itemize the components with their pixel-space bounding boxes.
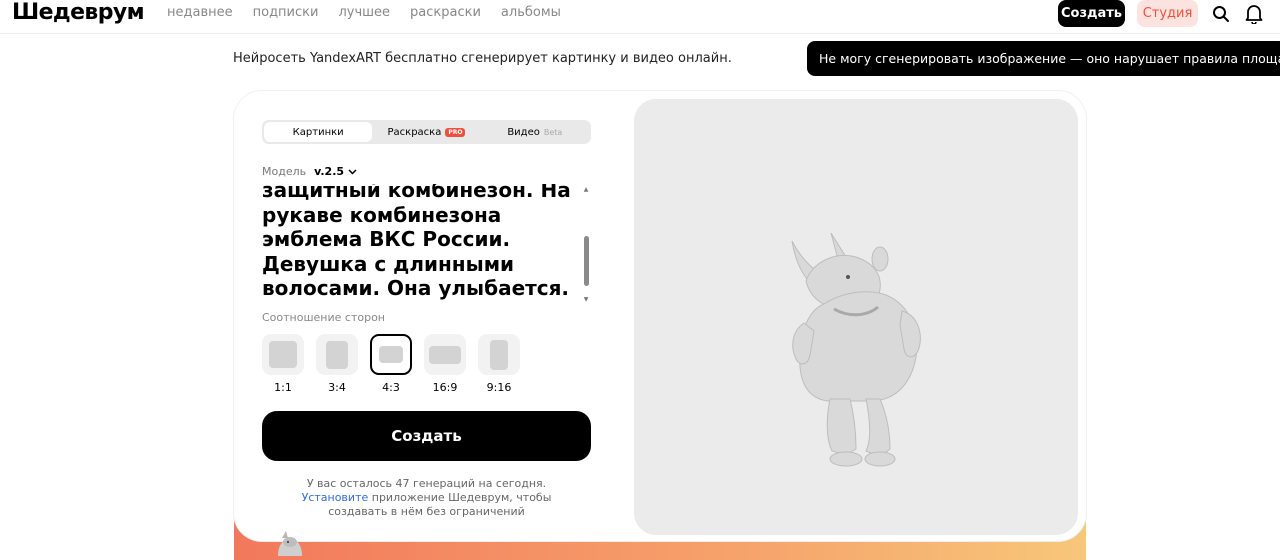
prompt-input[interactable]: защитный комбинезон. На рукаве комбинезо…	[262, 184, 582, 306]
rhino-placeholder-image	[791, 232, 921, 467]
page-subtitle: Нейросеть YandexART бесплатно сгенерируе…	[233, 51, 732, 66]
search-icon[interactable]	[1210, 3, 1232, 25]
create-button[interactable]: Создать	[262, 411, 591, 461]
beta-badge: Beta	[543, 127, 563, 137]
ratio-option-16-9[interactable]: 16:9	[424, 334, 466, 394]
pro-badge: PRO	[445, 127, 466, 137]
aspect-ratio-label: Соотношение сторон	[262, 311, 385, 324]
model-value: v.2.5	[314, 165, 345, 178]
scroll-down-arrow-icon[interactable]: ▼	[582, 296, 590, 304]
ratio-option-9-16[interactable]: 9:16	[478, 334, 520, 394]
ratio-option-4-3[interactable]: 4:3	[370, 334, 412, 394]
mode-tabs: Картинки Раскраска PRO Видео Beta	[262, 120, 591, 144]
main-nav: недавнее подписки лучшее раскраски альбо…	[167, 5, 561, 20]
bell-icon[interactable]	[1243, 3, 1265, 25]
generations-info: У вас осталось 47 генераций на сегодня. …	[301, 477, 552, 518]
chevron-down-icon	[348, 168, 357, 175]
model-selector[interactable]: Модель v.2.5	[262, 165, 357, 178]
install-app-link[interactable]: Установите	[302, 491, 369, 504]
tab-coloring[interactable]: Раскраска PRO	[372, 122, 480, 142]
nav-item-subscriptions[interactable]: подписки	[253, 5, 319, 20]
aspect-ratio-options: 1:1 3:4 4:3 16:9 9:16	[262, 334, 520, 394]
nav-item-coloring[interactable]: раскраски	[410, 5, 481, 20]
prompt-scrollbar[interactable]: ▲ ▼	[582, 186, 590, 304]
create-button-header[interactable]: Создать	[1058, 0, 1125, 27]
tab-images[interactable]: Картинки	[264, 122, 373, 142]
logo[interactable]: Шедеврум	[12, 0, 145, 26]
model-label: Модель	[262, 165, 307, 178]
tab-video[interactable]: Видео Beta	[481, 122, 589, 142]
ratio-option-1-1[interactable]: 1:1	[262, 334, 304, 394]
top-bar: Шедеврум недавнее подписки лучшее раскра…	[0, 0, 1280, 34]
error-toast: Не могу сгенерировать изображение — оно …	[807, 41, 1280, 76]
nav-item-albums[interactable]: альбомы	[501, 5, 561, 20]
nav-item-best[interactable]: лучшее	[338, 5, 390, 20]
toast-message: Не могу сгенерировать изображение — оно …	[819, 51, 1280, 66]
rhino-avatar-icon	[278, 531, 302, 556]
scroll-up-arrow-icon[interactable]: ▲	[582, 186, 590, 194]
scroll-thumb[interactable]	[584, 236, 589, 286]
ratio-option-3-4[interactable]: 3:4	[316, 334, 358, 394]
prompt-text: защитный комбинезон. На рукаве комбинезо…	[262, 184, 571, 300]
preview-panel	[634, 99, 1078, 535]
studio-button[interactable]: Студия	[1137, 0, 1198, 27]
nav-item-recent[interactable]: недавнее	[167, 5, 233, 20]
